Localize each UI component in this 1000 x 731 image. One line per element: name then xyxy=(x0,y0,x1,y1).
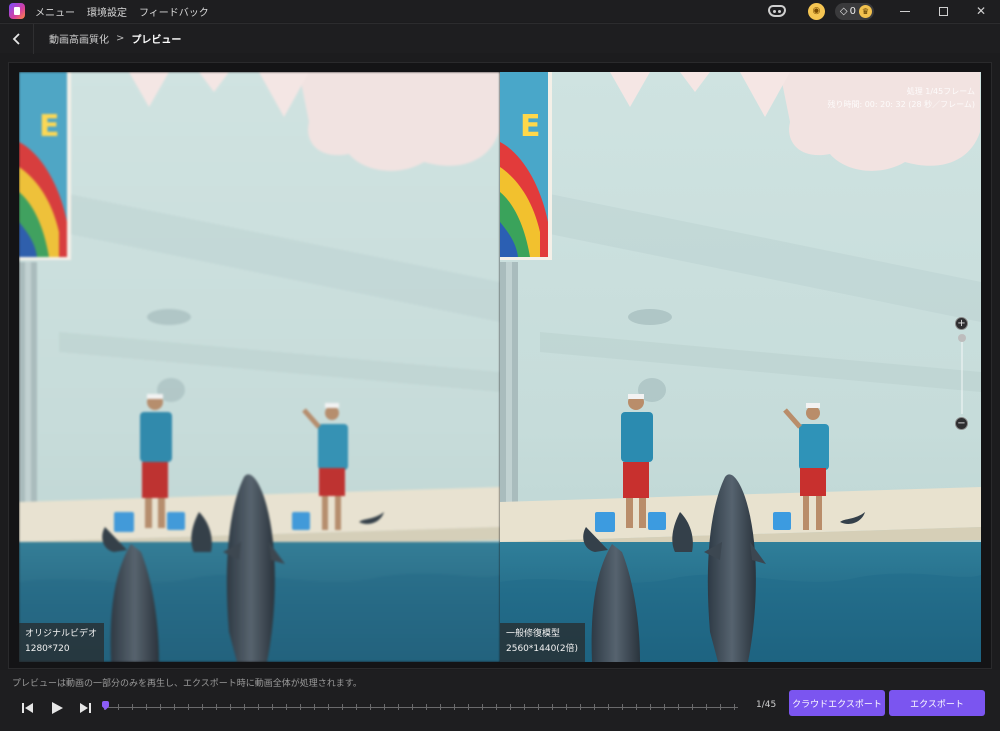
crown-icon: ♛ xyxy=(859,4,872,18)
gem-count: 0 xyxy=(849,5,856,17)
chevron-left-icon xyxy=(12,32,20,45)
preview-panel: オリジナルビデオ 1280*720 処理 1/45フレーム 残り時間: 00: … xyxy=(8,62,992,669)
cloud-export-button[interactable]: クラウドエクスポート xyxy=(789,690,885,716)
close-icon: ✕ xyxy=(975,4,987,18)
original-video-name: オリジナルビデオ xyxy=(25,629,98,639)
step-forward-icon xyxy=(80,703,91,713)
maximize-button[interactable] xyxy=(924,0,962,22)
step-back-icon xyxy=(22,703,33,713)
previous-frame-button[interactable] xyxy=(18,700,38,714)
processing-info: 処理 1/45フレーム 残り時間: 00: 20: 32 (28 秒／フレーム) xyxy=(827,85,975,111)
cart-icon[interactable]: ◉ xyxy=(807,2,825,20)
zoom-control: + − xyxy=(955,317,969,435)
frame-counter: 1/45 xyxy=(756,700,777,710)
enhanced-model-name: 一般修復模型 xyxy=(506,629,561,639)
breadcrumb-separator: > xyxy=(116,33,125,44)
preview-notice: プレビューは動画の一部分のみを再生し、エクスポート時に動画全体が処理されます。 xyxy=(12,679,362,689)
play-icon xyxy=(52,702,63,714)
breadcrumb-parent[interactable]: 動画高画質化 xyxy=(49,31,109,46)
enhanced-video-frame xyxy=(500,72,981,662)
gem-balance[interactable]: ◇ 0 ♛ xyxy=(834,2,874,20)
processing-frame: 処理 1/45フレーム xyxy=(906,87,975,96)
timeline-line xyxy=(104,707,738,708)
enhanced-video-pane: 処理 1/45フレーム 残り時間: 00: 20: 32 (28 秒／フレーム)… xyxy=(500,72,981,662)
breadcrumb: 動画高画質化 > プレビュー xyxy=(0,23,1000,54)
original-video-pane: オリジナルビデオ 1280*720 xyxy=(19,72,500,662)
breadcrumb-current: プレビュー xyxy=(131,35,182,46)
timeline[interactable] xyxy=(102,701,738,710)
original-video-frame xyxy=(19,72,500,662)
zoom-in-button[interactable]: + xyxy=(955,317,968,330)
zoom-out-button[interactable]: − xyxy=(955,417,968,430)
menu-item-feedback[interactable]: フィードバック xyxy=(139,4,209,19)
zoom-slider-handle[interactable] xyxy=(958,334,966,342)
back-button[interactable] xyxy=(0,23,34,54)
original-video-resolution: 1280*720 xyxy=(25,644,70,654)
discord-icon[interactable] xyxy=(767,5,786,17)
next-frame-button[interactable] xyxy=(75,700,95,714)
play-button[interactable] xyxy=(47,700,67,714)
zoom-slider-track[interactable] xyxy=(961,334,963,414)
enhanced-video-label: 一般修復模型 2560*1440(2倍) xyxy=(500,623,586,662)
minimize-icon xyxy=(900,10,910,12)
remaining-time: 残り時間: 00: 20: 32 (28 秒／フレーム) xyxy=(827,100,975,109)
app-logo-icon xyxy=(9,3,25,19)
close-button[interactable]: ✕ xyxy=(962,0,1000,22)
gem-icon: ◇ xyxy=(839,5,848,17)
minimize-button[interactable] xyxy=(886,0,924,22)
maximize-icon xyxy=(938,6,948,16)
menu-item-preferences[interactable]: 環境設定 xyxy=(87,4,127,19)
original-video-label: オリジナルビデオ 1280*720 xyxy=(19,623,105,662)
playback-bar: プレビューは動画の一部分のみを再生し、エクスポート時に動画全体が処理されます。 … xyxy=(0,670,1000,731)
enhanced-video-resolution: 2560*1440(2倍) xyxy=(506,644,579,654)
title-bar: メニュー 環境設定 フィードバック ◉ ◇ 0 ♛ ✕ xyxy=(0,0,1000,22)
menu-item-menu[interactable]: メニュー xyxy=(35,4,75,19)
export-button[interactable]: エクスポート xyxy=(889,690,985,716)
